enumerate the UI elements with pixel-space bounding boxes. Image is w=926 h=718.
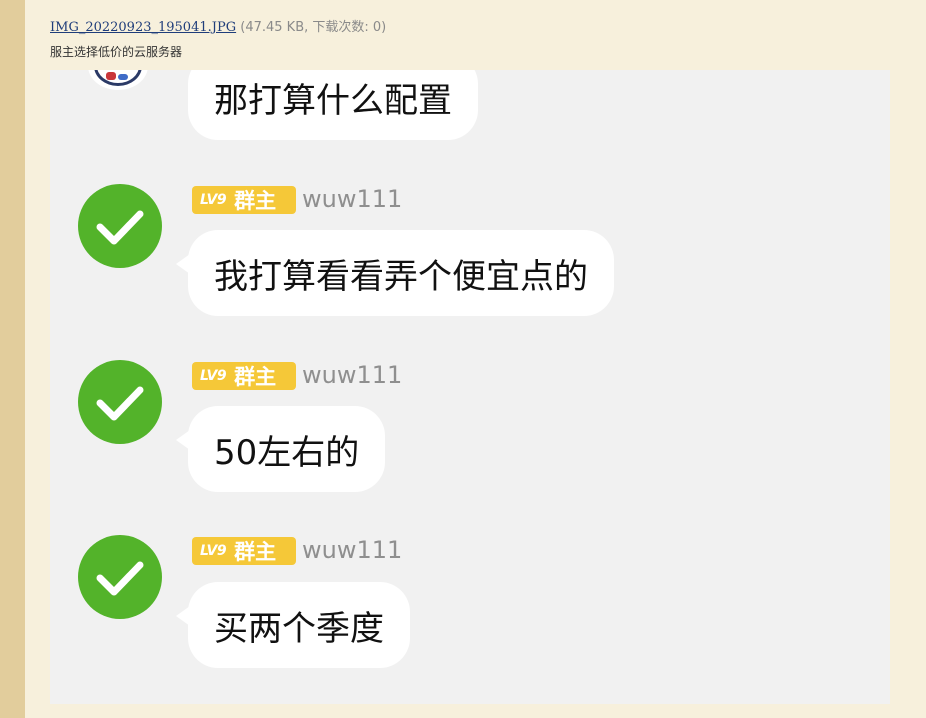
chat-screenshot: 那打算什么配置 LV9 群主 wuw111 我打算看看弄个便宜点的 LV9 群主… xyxy=(50,70,890,704)
message-bubble: 买两个季度 xyxy=(176,582,410,668)
checkmark-icon xyxy=(78,360,162,444)
attachment-description: 服主选择低价的云服务器 xyxy=(50,45,183,59)
role-badge: LV9 群主 xyxy=(192,186,296,214)
username: wuw111 xyxy=(302,185,403,213)
checkmark-icon xyxy=(78,535,162,619)
username: wuw111 xyxy=(302,536,403,564)
partial-avatar xyxy=(88,70,148,90)
message-text: 买两个季度 xyxy=(214,608,384,649)
role-badge: LV9 群主 xyxy=(192,537,296,565)
role-label: 群主 xyxy=(234,365,277,389)
message-bubble: 我打算看看弄个便宜点的 xyxy=(176,230,614,316)
message-bubble: 50左右的 xyxy=(176,406,386,492)
message-text: 我打算看看弄个便宜点的 xyxy=(214,256,588,297)
attachment-meta: (47.45 KB, 下载次数: 0) xyxy=(240,20,387,35)
attachment-filename-link[interactable]: IMG_20220923_195041.JPG xyxy=(50,20,236,35)
role-label: 群主 xyxy=(234,540,277,564)
message-text: 50左右的 xyxy=(214,432,360,473)
message-text: 那打算什么配置 xyxy=(214,80,452,121)
level-label: LV9 xyxy=(200,368,227,384)
page-left-border xyxy=(0,0,25,718)
level-label: LV9 xyxy=(200,543,227,559)
message-bubble: 那打算什么配置 xyxy=(188,70,478,140)
username: wuw111 xyxy=(302,361,403,389)
checkmark-icon xyxy=(78,184,162,268)
attachment-header: IMG_20220923_195041.JPG (47.45 KB, 下载次数:… xyxy=(50,16,386,36)
role-label: 群主 xyxy=(234,189,277,213)
level-label: LV9 xyxy=(200,192,227,208)
role-badge: LV9 群主 xyxy=(192,362,296,390)
